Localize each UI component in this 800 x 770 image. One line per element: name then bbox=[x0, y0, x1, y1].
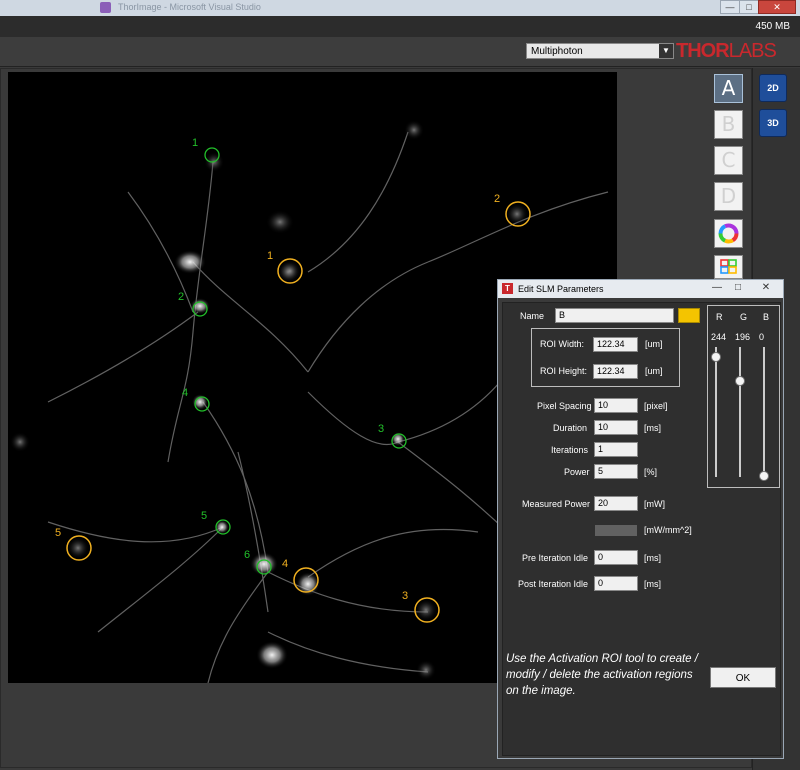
roi-height-label: ROI Height: bbox=[540, 366, 588, 376]
minimize-button[interactable]: — bbox=[720, 0, 740, 14]
modality-value: Multiphoton bbox=[531, 46, 583, 57]
pre-iteration-idle-label: Pre Iteration Idle bbox=[522, 553, 589, 563]
roi-width-label: ROI Width: bbox=[540, 339, 585, 349]
b-slider-track[interactable] bbox=[763, 347, 765, 477]
b-slider-thumb[interactable] bbox=[759, 471, 769, 481]
power-unit: [%] bbox=[644, 467, 658, 477]
ok-button[interactable]: OK bbox=[710, 667, 776, 688]
dialog-maximize-button[interactable]: □ bbox=[728, 281, 748, 295]
dialog-close-button[interactable]: ✕ bbox=[750, 281, 782, 295]
pre-iteration-idle-unit: [ms] bbox=[644, 553, 661, 563]
roi-height-input[interactable]: 122.34 bbox=[593, 364, 638, 379]
dialog-title: Edit SLM Parameters bbox=[518, 284, 604, 294]
logo-labs: LABS bbox=[728, 40, 777, 62]
green-roi-label-3: 3 bbox=[378, 423, 384, 435]
green-roi-label-5: 5 bbox=[201, 510, 207, 522]
close-button[interactable]: ✕ bbox=[758, 0, 796, 14]
channel-d-button[interactable]: D bbox=[714, 182, 743, 211]
dialog-title-bar[interactable]: T Edit SLM Parameters — □ ✕ bbox=[498, 280, 783, 298]
duration-unit: [ms] bbox=[644, 423, 661, 433]
app-icon bbox=[100, 2, 111, 13]
power-density-unit: [mW/mm^2] bbox=[644, 525, 692, 535]
roi-width-unit: [um] bbox=[645, 339, 663, 349]
channel-a-button[interactable]: A bbox=[714, 74, 743, 103]
power-input[interactable]: 5 bbox=[594, 464, 638, 479]
duration-input[interactable]: 10 bbox=[594, 420, 638, 435]
modality-select[interactable]: Multiphoton ▼ bbox=[526, 43, 674, 59]
channel-grid-button[interactable] bbox=[714, 255, 743, 279]
orange-roi-label-1: 1 bbox=[267, 250, 273, 262]
post-iteration-idle-input[interactable]: 0 bbox=[594, 576, 638, 591]
r-slider-track[interactable] bbox=[715, 347, 717, 477]
green-roi-label-1: 1 bbox=[192, 137, 198, 149]
help-text: Use the Activation ROI tool to create / … bbox=[506, 653, 698, 697]
roi-color-swatch[interactable] bbox=[678, 308, 700, 323]
post-iteration-idle-unit: [ms] bbox=[644, 579, 661, 589]
channel-b-button[interactable]: B bbox=[714, 110, 743, 139]
b-value: 0 bbox=[759, 332, 765, 342]
iterations-input[interactable]: 1 bbox=[594, 442, 638, 457]
roi-height-unit: [um] bbox=[645, 366, 663, 376]
g-slider-track[interactable] bbox=[739, 347, 741, 477]
orange-roi-label-4: 4 bbox=[282, 558, 288, 570]
memory-usage: 450 MB bbox=[755, 21, 790, 32]
pixel-spacing-input[interactable]: 10 bbox=[594, 398, 638, 413]
view-2d-button[interactable]: 2D bbox=[759, 74, 787, 102]
orange-roi-label-2: 2 bbox=[494, 193, 500, 205]
roi-width-input[interactable]: 122.34 bbox=[593, 337, 638, 352]
color-wheel-icon bbox=[718, 223, 739, 244]
orange-roi-label-5: 5 bbox=[55, 527, 61, 539]
view-3d-button[interactable]: 3D bbox=[759, 109, 787, 137]
measured-power-label: Measured Power bbox=[522, 499, 591, 509]
green-roi-label-4: 4 bbox=[182, 387, 188, 399]
window-title: ThorImage - Microsoft Visual Studio bbox=[118, 2, 261, 12]
pixel-spacing-unit: [pixel] bbox=[644, 401, 668, 411]
pixel-spacing-label: Pixel Spacing bbox=[537, 401, 592, 411]
measured-power-unit: [mW] bbox=[644, 499, 665, 509]
measured-power-input[interactable]: 20 bbox=[594, 496, 638, 511]
duration-label: Duration bbox=[553, 423, 588, 433]
g-label: G bbox=[740, 312, 748, 322]
green-roi-label-2: 2 bbox=[178, 291, 184, 303]
b-label: B bbox=[763, 312, 770, 322]
color-wheel-button[interactable] bbox=[714, 219, 743, 248]
iterations-label: Iterations bbox=[551, 445, 589, 455]
channel-c-button[interactable]: C bbox=[714, 146, 743, 175]
logo-thor: THOR bbox=[676, 40, 730, 62]
thorlabs-logo: THORLABS bbox=[676, 40, 792, 62]
green-roi-label-6: 6 bbox=[244, 549, 250, 561]
status-bar bbox=[0, 16, 800, 37]
name-input[interactable]: B bbox=[555, 308, 674, 323]
maximize-button[interactable]: □ bbox=[739, 0, 759, 14]
g-value: 196 bbox=[735, 332, 751, 342]
chevron-down-icon[interactable]: ▼ bbox=[659, 44, 673, 58]
channel-grid-icon bbox=[720, 259, 737, 274]
orange-roi-label-3: 3 bbox=[402, 590, 408, 602]
name-label: Name bbox=[520, 311, 545, 321]
cell-bodies bbox=[10, 120, 528, 680]
post-iteration-idle-label: Post Iteration Idle bbox=[518, 579, 589, 589]
dialog-minimize-button[interactable]: — bbox=[707, 281, 727, 295]
r-value: 244 bbox=[711, 332, 727, 342]
r-label: R bbox=[716, 312, 723, 322]
pre-iteration-idle-input[interactable]: 0 bbox=[594, 550, 638, 565]
g-slider-thumb[interactable] bbox=[735, 375, 745, 386]
power-label: Power bbox=[564, 467, 590, 477]
power-density-value bbox=[595, 525, 637, 536]
thorlabs-icon: T bbox=[502, 283, 513, 294]
